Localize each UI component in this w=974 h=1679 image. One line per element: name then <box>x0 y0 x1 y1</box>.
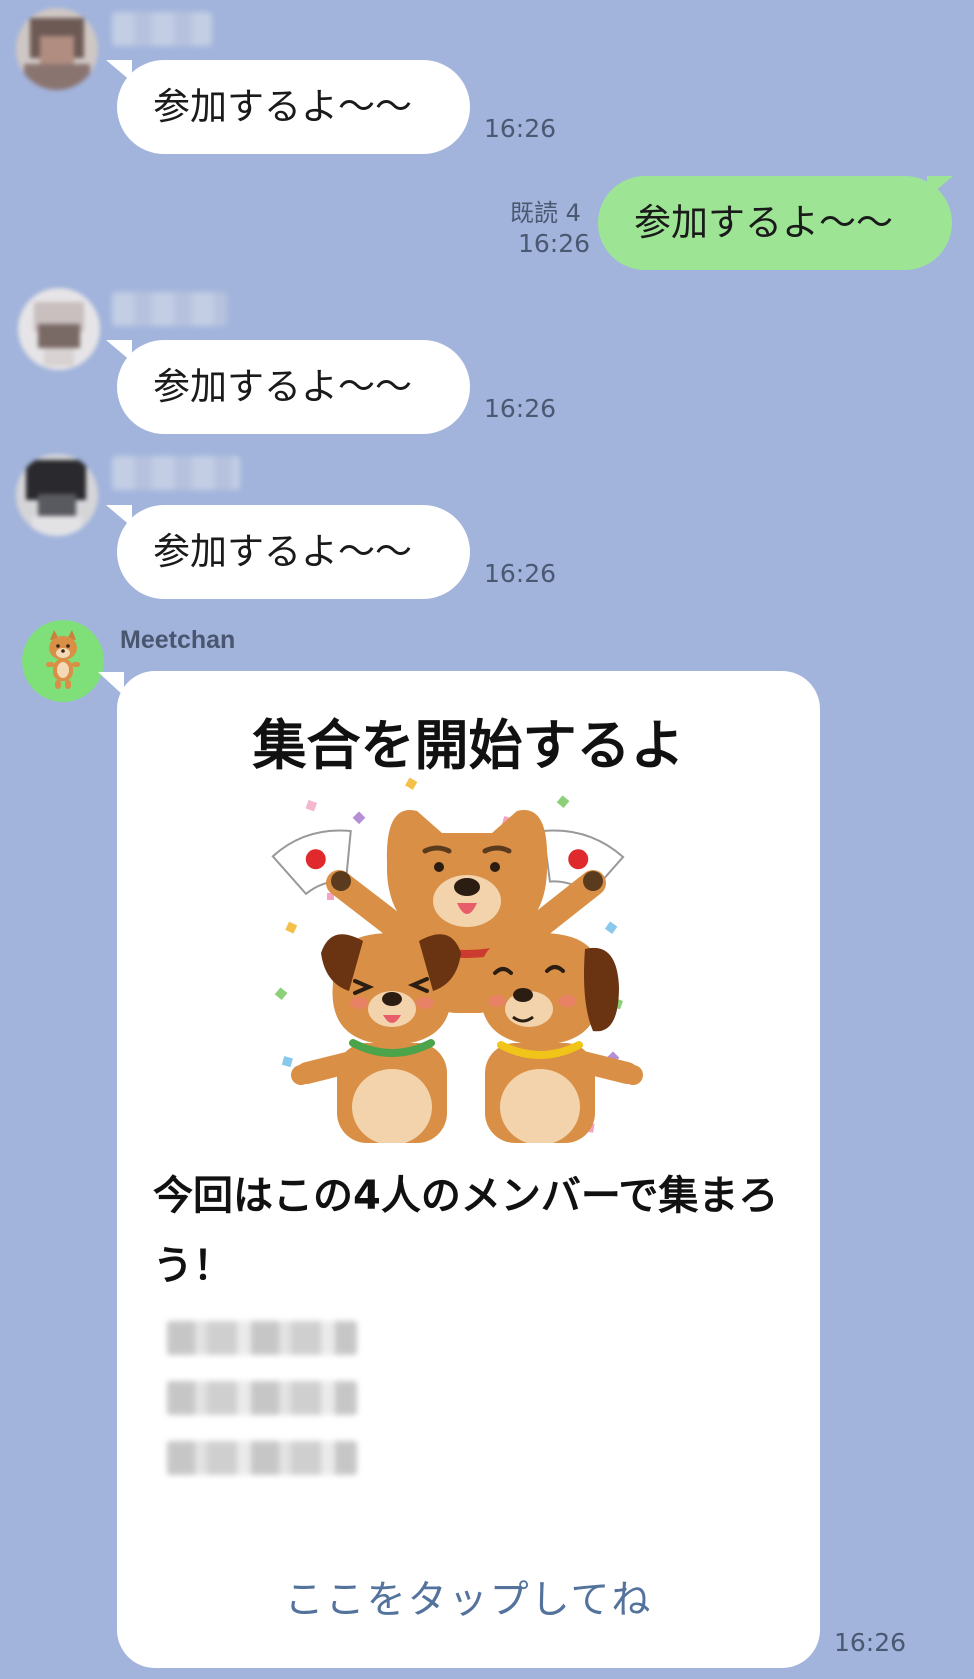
message-bubble[interactable]: 参加するよ〜〜 <box>117 340 470 434</box>
avatar-blurred[interactable] <box>16 8 98 90</box>
member-name-blurred <box>167 1441 357 1475</box>
tap-here-link[interactable]: ここをタップしてね <box>117 1569 820 1625</box>
member-name-blurred <box>167 1321 357 1355</box>
message-time: 16:26 <box>484 559 557 588</box>
member-name-blurred <box>167 1381 357 1415</box>
message-time: 16:26 <box>484 114 557 143</box>
sender-name-blurred <box>112 456 240 490</box>
sender-name-blurred <box>112 12 212 46</box>
message-time: 16:26 <box>834 1628 907 1657</box>
avatar-blurred[interactable] <box>16 454 98 536</box>
message-time: 16:26 <box>484 394 557 423</box>
flex-message-card[interactable]: 集合を開始するよ 今回はこの4人のメンバーで集まろう！ ここをタップしてね <box>117 671 820 1668</box>
card-body-text: 今回はこの4人のメンバーで集まろう！ <box>153 1173 779 1289</box>
message-bubble[interactable]: 参加するよ〜〜 <box>117 505 470 599</box>
read-receipt: 既読 4 <box>510 199 581 227</box>
chat-view[interactable]: 参加するよ〜〜 16:26 既読 4 16:26 参加するよ〜〜 参加するよ〜〜… <box>0 0 974 1679</box>
card-title: 集合を開始するよ <box>252 714 685 777</box>
message-bubble-own[interactable]: 参加するよ〜〜 <box>598 176 952 270</box>
bot-avatar[interactable] <box>22 620 104 702</box>
celebrating-dogs-illustration <box>271 777 643 1143</box>
message-time: 16:26 <box>518 229 591 258</box>
sender-name-blurred <box>112 292 227 326</box>
bot-sender-name: Meetchan <box>120 626 236 654</box>
message-bubble[interactable]: 参加するよ〜〜 <box>117 60 470 154</box>
avatar-blurred[interactable] <box>18 288 100 370</box>
